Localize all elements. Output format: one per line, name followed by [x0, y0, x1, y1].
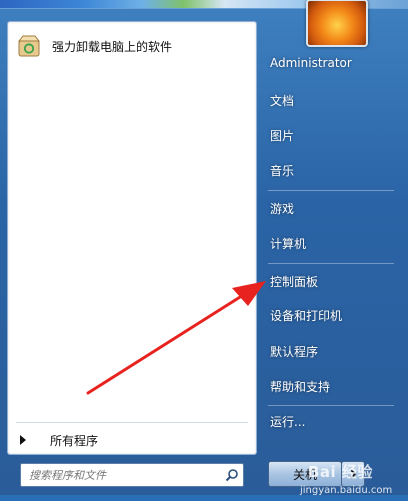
help-support-link[interactable]: 帮助和支持 [270, 378, 330, 395]
pinned-program-label: 强力卸载电脑上的软件 [52, 39, 173, 54]
music-link[interactable]: 音乐 [270, 162, 294, 179]
run-link[interactable]: 运行... [270, 413, 305, 430]
start-menu: 强力卸载电脑上的软件 所有程序 搜索程序和文件 Administrator 文档… [0, 0, 408, 496]
all-programs-separator [16, 422, 248, 423]
documents-link[interactable]: 文档 [270, 92, 294, 109]
baidu-watermark: Bai 经验 jingyan.baidu.com [300, 457, 404, 501]
programs-panel: 强力卸载电脑上的软件 所有程序 [7, 21, 257, 455]
search-icon[interactable] [221, 465, 243, 485]
right-separator [268, 263, 394, 264]
right-separator [268, 190, 394, 191]
games-link[interactable]: 游戏 [270, 200, 294, 217]
search-placeholder: 搜索程序和文件 [29, 469, 106, 482]
all-programs-label: 所有程序 [50, 433, 99, 448]
control-panel-link[interactable]: 控制面板 [270, 273, 318, 290]
computer-link[interactable]: 计算机 [270, 235, 306, 252]
devices-printers-link[interactable]: 设备和打印机 [270, 307, 342, 324]
right-separator [268, 405, 394, 406]
pinned-program-item[interactable]: 强力卸载电脑上的软件 [14, 28, 250, 64]
expand-arrow-icon [20, 435, 26, 445]
right-links-panel: Administrator 文档 图片 音乐 游戏 计算机 控制面板 设备和打印… [262, 9, 408, 449]
watermark-logo: Bai 经验 [308, 463, 373, 481]
watermark-url: jingyan.baidu.com [300, 485, 393, 496]
search-input[interactable]: 搜索程序和文件 [20, 463, 244, 487]
pictures-link[interactable]: 图片 [270, 127, 294, 144]
all-programs-button[interactable]: 所有程序 [16, 430, 248, 450]
default-programs-link[interactable]: 默认程序 [270, 343, 318, 360]
user-name-link[interactable]: Administrator [270, 56, 352, 70]
uninstall-box-icon [16, 33, 42, 59]
